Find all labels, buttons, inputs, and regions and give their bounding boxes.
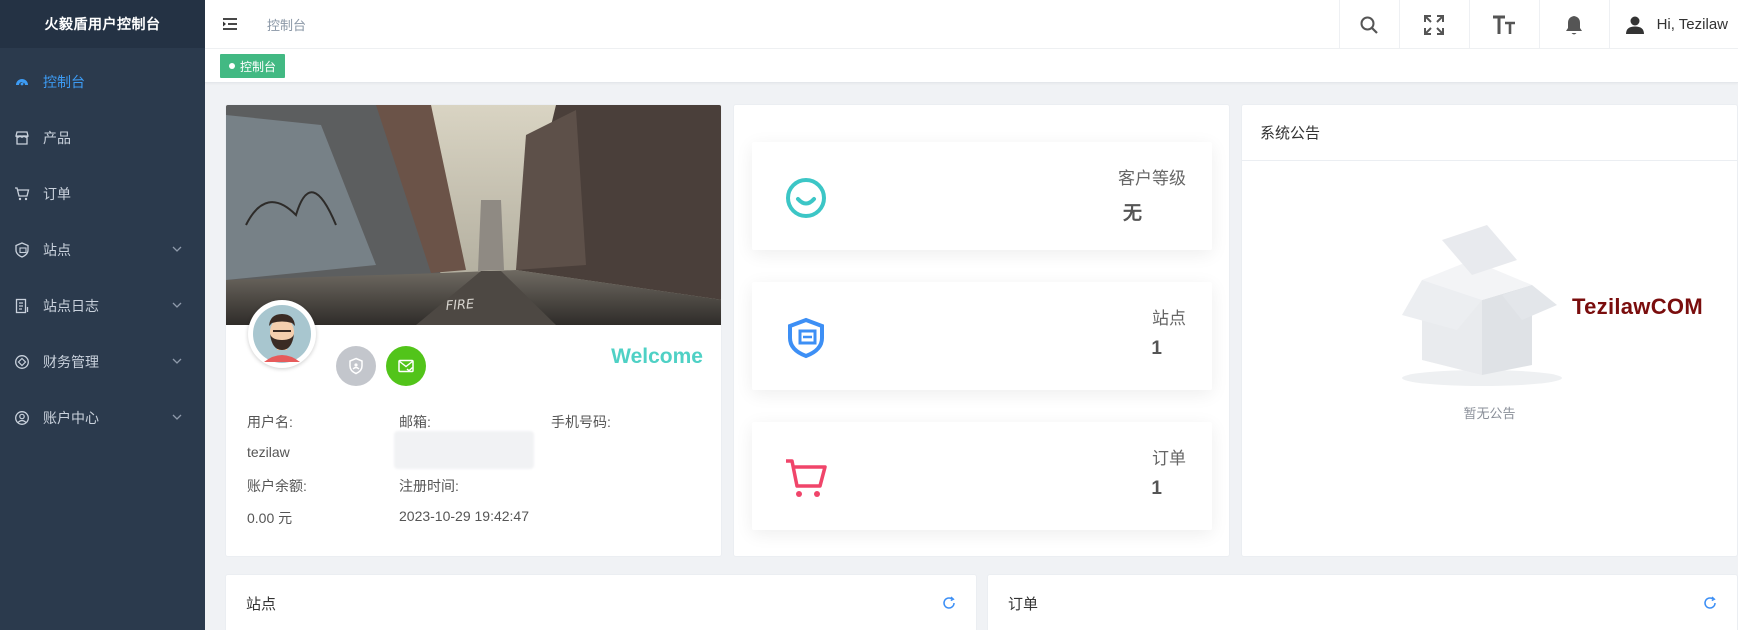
fullscreen-icon [1424, 14, 1445, 35]
top-header: 控制台 Hi, Tezilaw [205, 0, 1738, 49]
tag-label: 控制台 [240, 59, 277, 74]
phone-label: 手机号码: [551, 414, 611, 430]
sidebar-item-label: 站点日志 [43, 298, 99, 314]
email-label: 邮箱: [399, 414, 431, 430]
welcome-text: Welcome [611, 345, 703, 368]
orders-card-header: 订单 [988, 575, 1737, 630]
account-icon [14, 410, 30, 426]
stat-customer-level: 客户等级 无 [752, 142, 1212, 250]
sidebar-item-account[interactable]: 账户中心 [0, 390, 205, 446]
user-menu[interactable]: Hi, Tezilaw [1608, 0, 1738, 49]
register-time-value: 2023-10-29 19:42:47 [399, 508, 529, 524]
tag-dashboard[interactable]: 控制台 [220, 54, 286, 78]
cart-icon [784, 456, 828, 500]
fullscreen-button[interactable] [1398, 0, 1469, 49]
stat-label: 站点 [1152, 309, 1186, 328]
menu-fold-icon [223, 18, 237, 30]
svg-text:FIRE: FIRE [445, 297, 475, 314]
cart-icon [14, 186, 30, 202]
tags-bar: 控制台 [205, 49, 1738, 83]
store-icon [14, 130, 30, 146]
watermark-text: TezilawCOM [1572, 294, 1703, 319]
announcement-card: 系统公告 TezilawCOM 暂无公告 [1241, 104, 1738, 557]
tag-dot-icon [229, 63, 235, 69]
stat-value: 1 [1151, 478, 1162, 499]
shield-icon [349, 357, 363, 375]
notifications-button[interactable] [1538, 0, 1609, 49]
refresh-icon[interactable] [942, 596, 956, 610]
chevron-down-icon [172, 302, 182, 308]
sidebar: 火毅盾用户控制台 控制台 产品 订单 站点 站点日志 财务管理 账户中心 [0, 0, 205, 630]
sidebar-item-site-logs[interactable]: 站点日志 [0, 278, 205, 334]
mail-check-icon [398, 359, 414, 373]
balance-value: 0.00 元 [247, 510, 293, 526]
sidebar-item-label: 站点 [43, 242, 71, 258]
profile-banner: FIRE [226, 105, 721, 325]
sidebar-item-label: 订单 [43, 186, 71, 202]
site-icon [14, 242, 30, 258]
breadcrumb[interactable]: 控制台 [267, 15, 306, 34]
sidebar-item-orders[interactable]: 订单 [0, 166, 205, 222]
shield-site-icon [784, 316, 828, 360]
user-greeting: Hi, Tezilaw [1656, 16, 1728, 33]
balance-label: 账户余额: [247, 478, 307, 494]
stats-card: 客户等级 无 站点 1 订单 1 [733, 104, 1230, 557]
sidebar-item-label: 财务管理 [43, 354, 99, 370]
card-title: 系统公告 [1242, 105, 1737, 161]
username-value: tezilaw [247, 444, 290, 460]
stat-sites: 站点 1 [752, 282, 1212, 390]
chevron-down-icon [172, 358, 182, 364]
sidebar-nav: 控制台 产品 订单 站点 站点日志 财务管理 账户中心 [0, 48, 205, 446]
sites-card-header: 站点 [226, 575, 976, 630]
font-size-button[interactable] [1468, 0, 1539, 49]
brand-title: 火毅盾用户控制台 [0, 0, 205, 48]
sidebar-item-sites[interactable]: 站点 [0, 222, 205, 278]
header-tools: Hi, Tezilaw [1338, 0, 1738, 49]
sidebar-item-label: 控制台 [43, 74, 85, 90]
card-title: 站点 [246, 595, 277, 613]
card-title: 订单 [1008, 595, 1039, 613]
register-time-label: 注册时间: [399, 478, 459, 494]
stat-label: 订单 [1152, 449, 1186, 468]
username-label: 用户名: [247, 414, 293, 430]
sidebar-item-label: 产品 [43, 130, 71, 146]
app-root: 火毅盾用户控制台 控制台 产品 订单 站点 站点日志 财务管理 账户中心 控制台… [0, 0, 1738, 630]
stat-value: 1 [1151, 338, 1162, 359]
email-verify-badge[interactable] [386, 346, 426, 386]
sites-card: 站点 [225, 574, 977, 630]
dashboard-icon [14, 74, 30, 90]
chevron-down-icon [172, 414, 182, 420]
stat-value: 无 [1122, 203, 1142, 224]
finance-icon [14, 354, 30, 370]
stat-label: 客户等级 [1118, 169, 1186, 188]
empty-notice-text: 暂无公告 [1463, 406, 1516, 421]
verify-badge[interactable] [336, 346, 376, 386]
city-street-image: FIRE [226, 105, 721, 325]
smile-icon [784, 176, 828, 220]
refresh-icon[interactable] [1703, 596, 1717, 610]
sidebar-item-label: 账户中心 [43, 410, 99, 426]
profile-card: FIRE Welcome 用户名: 邮箱: 手机号码: tezilaw 账户余额… [225, 104, 722, 557]
log-icon [14, 298, 30, 314]
email-value-redacted [394, 431, 534, 469]
bell-icon [1566, 15, 1583, 34]
chevron-down-icon [172, 246, 182, 252]
sidebar-item-dashboard[interactable]: 控制台 [0, 54, 205, 110]
orders-card: 订单 [987, 574, 1738, 630]
sidebar-item-finance[interactable]: 财务管理 [0, 334, 205, 390]
user-avatar-icon [253, 305, 311, 363]
stat-orders: 订单 1 [752, 422, 1212, 530]
user-icon [1625, 15, 1645, 35]
search-icon [1360, 16, 1378, 34]
avatar[interactable] [248, 300, 316, 368]
search-button[interactable] [1338, 0, 1399, 49]
menu-toggle-button[interactable] [205, 0, 255, 49]
font-size-icon [1493, 15, 1516, 34]
empty-box-icon [1402, 225, 1562, 386]
sidebar-item-products[interactable]: 产品 [0, 110, 205, 166]
